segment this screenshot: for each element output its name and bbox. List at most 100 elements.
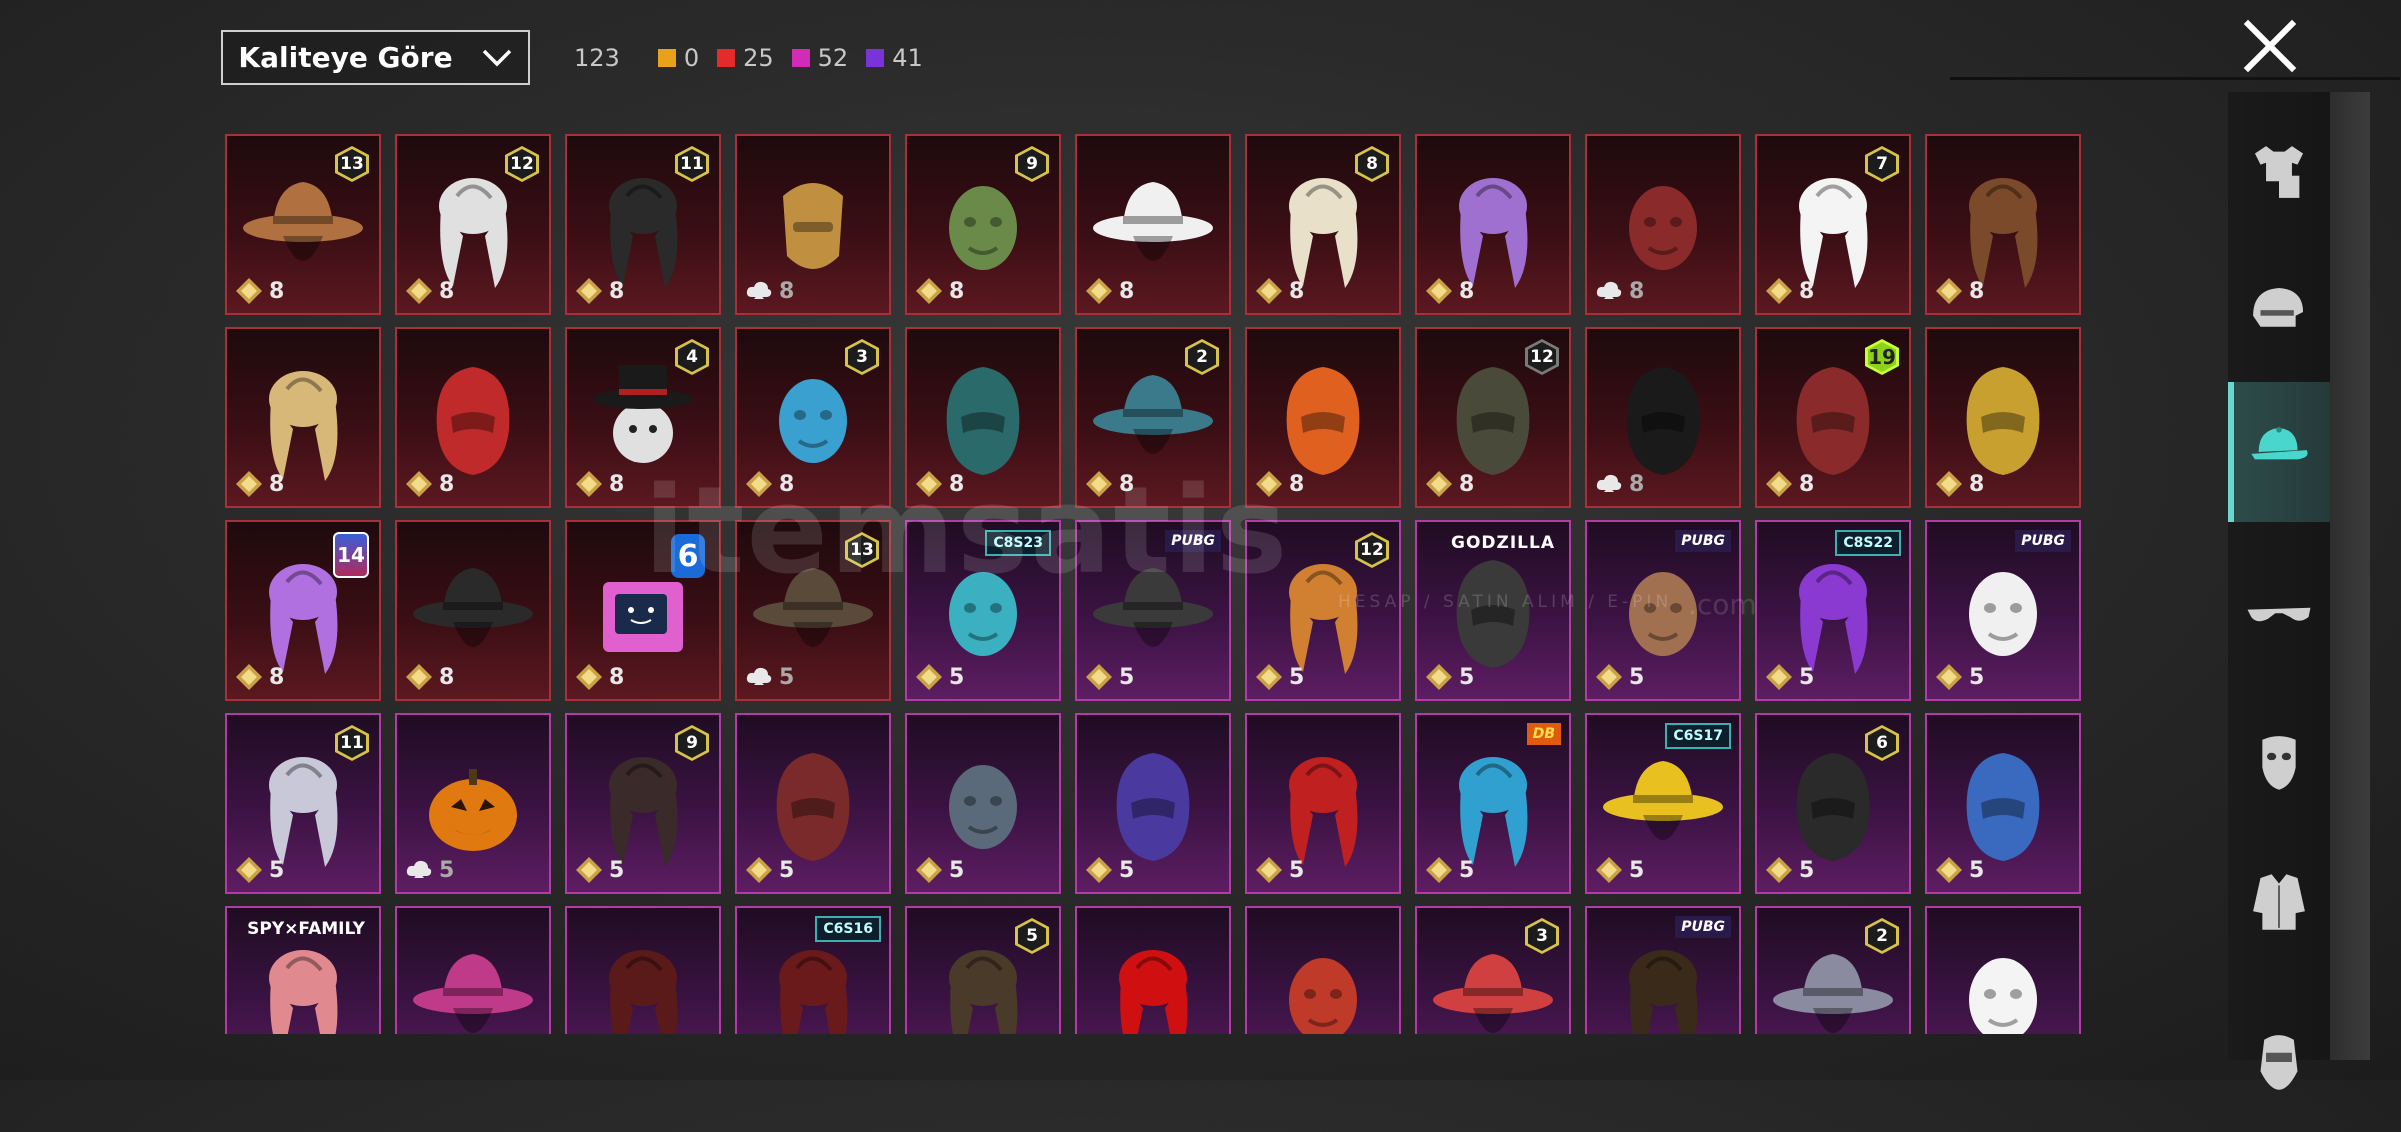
item-tile[interactable]: 13 8: [225, 134, 381, 315]
item-tile[interactable]: 13 5: [735, 520, 891, 701]
category-tab-outfit[interactable]: [2228, 102, 2330, 242]
item-tile[interactable]: 8: [1585, 327, 1741, 508]
item-price-value: 5: [1969, 664, 1985, 690]
item-tile[interactable]: [1075, 906, 1231, 1034]
item-tile[interactable]: 8: [1585, 134, 1741, 315]
level-value: 2: [1868, 921, 1896, 951]
item-tile[interactable]: 9 5: [565, 713, 721, 894]
item-tile[interactable]: 8: [1415, 134, 1571, 315]
sidebar-scrollbar[interactable]: [2330, 92, 2370, 1060]
item-price-value: 5: [1119, 857, 1135, 883]
item-tile[interactable]: [395, 906, 551, 1034]
item-tile[interactable]: 5: [395, 713, 551, 894]
item-tile[interactable]: 5: [905, 906, 1061, 1034]
item-price: 5: [1255, 856, 1304, 884]
category-tab-hat[interactable]: [2228, 382, 2330, 522]
item-tile[interactable]: 3: [1415, 906, 1571, 1034]
item-tile[interactable]: 3 8: [735, 327, 891, 508]
total-count: 123: [574, 44, 620, 72]
item-tile[interactable]: 12 5: [1245, 520, 1401, 701]
item-price: 5: [1765, 663, 1814, 691]
item-tile[interactable]: C8S22 5: [1755, 520, 1911, 701]
item-price-value: 8: [439, 471, 455, 497]
category-tab-jacket[interactable]: [2228, 832, 2330, 972]
tier-count-value: 41: [892, 44, 923, 72]
item-tile[interactable]: C6S16: [735, 906, 891, 1034]
item-tile[interactable]: 9 8: [905, 134, 1061, 315]
item-tile[interactable]: 8: [395, 327, 551, 508]
sort-dropdown[interactable]: Kaliteye Göre: [221, 30, 530, 85]
item-art: [1969, 958, 2037, 1034]
item-tile[interactable]: PUBG 5: [1075, 520, 1231, 701]
item-tile[interactable]: 14 8: [225, 520, 381, 701]
item-tile[interactable]: 5: [1075, 713, 1231, 894]
item-tile[interactable]: 8: [1925, 134, 2081, 315]
item-tile[interactable]: 8: [1245, 327, 1401, 508]
gold-currency-icon: [1426, 471, 1452, 497]
category-tab-helmet[interactable]: [2228, 242, 2330, 382]
item-tile[interactable]: 5: [905, 713, 1061, 894]
gold-currency-icon: [1936, 278, 1962, 304]
item-tile[interactable]: 2: [1755, 906, 1911, 1034]
level-value: 7: [1868, 149, 1896, 179]
item-price-value: 5: [779, 664, 795, 690]
item-tile[interactable]: 5: [1245, 713, 1401, 894]
item-tile[interactable]: 8: [1075, 134, 1231, 315]
level-value: 11: [338, 728, 366, 758]
gold-currency-icon: [406, 664, 432, 690]
item-price: 8: [575, 277, 624, 305]
item-price: 8: [745, 277, 794, 305]
item-price-value: 5: [439, 857, 455, 883]
item-tile[interactable]: 12 8: [1415, 327, 1571, 508]
item-tile[interactable]: [1925, 906, 2081, 1034]
item-tile[interactable]: 8: [395, 520, 551, 701]
item-tile[interactable]: PUBG 5: [1585, 520, 1741, 701]
item-tile[interactable]: SPY×FAMILY: [225, 906, 381, 1034]
item-tile[interactable]: 6 5: [1755, 713, 1911, 894]
item-tile[interactable]: C6S17 5: [1585, 713, 1741, 894]
item-price-value: 5: [1799, 664, 1815, 690]
gold-currency-icon: [1936, 664, 1962, 690]
season-badge: C6S16: [815, 916, 881, 942]
item-tile[interactable]: 7 8: [1755, 134, 1911, 315]
item-tile[interactable]: 2 8: [1075, 327, 1231, 508]
level-value: 9: [1018, 149, 1046, 179]
item-tile[interactable]: 5: [1925, 713, 2081, 894]
cloud-currency-icon: [746, 281, 772, 299]
item-tile[interactable]: 8 8: [1245, 134, 1401, 315]
item-tile[interactable]: [565, 906, 721, 1034]
gold-currency-icon: [916, 278, 942, 304]
item-tile[interactable]: 11 5: [225, 713, 381, 894]
tier-count-value: 25: [743, 44, 774, 72]
item-tile[interactable]: 12 8: [395, 134, 551, 315]
item-price: 5: [1425, 663, 1474, 691]
cloud-currency-icon: [1596, 474, 1622, 492]
item-tile[interactable]: [1245, 906, 1401, 1034]
item-counts: 123 0 25 52 41: [574, 44, 941, 72]
item-tile[interactable]: PUBG 5: [1925, 520, 2081, 701]
item-tile[interactable]: 8: [225, 327, 381, 508]
collab-logo: PUBG: [1165, 530, 1221, 552]
item-tile[interactable]: DB 5: [1415, 713, 1571, 894]
item-tile[interactable]: 8: [735, 134, 891, 315]
item-tile[interactable]: 8: [905, 327, 1061, 508]
level-value: 13: [338, 149, 366, 179]
item-price-value: 8: [609, 278, 625, 304]
item-tile[interactable]: 19 8: [1755, 327, 1911, 508]
item-tile[interactable]: GODZILLA 5: [1415, 520, 1571, 701]
category-tab-mask[interactable]: [2228, 692, 2330, 832]
item-price: 8: [1765, 277, 1814, 305]
close-button[interactable]: [2238, 14, 2302, 78]
item-price: 8: [405, 663, 454, 691]
item-tile[interactable]: 6 8: [565, 520, 721, 701]
item-tile[interactable]: 5: [735, 713, 891, 894]
item-tile[interactable]: 11 8: [565, 134, 721, 315]
category-tab-glasses[interactable]: [2228, 547, 2330, 687]
item-tile[interactable]: 4 8: [565, 327, 721, 508]
item-price-value: 5: [1969, 857, 1985, 883]
item-tile[interactable]: PUBG: [1585, 906, 1741, 1034]
category-tab-face[interactable]: [2228, 992, 2330, 1132]
item-tile[interactable]: 8: [1925, 327, 2081, 508]
item-price: 8: [1255, 277, 1304, 305]
item-tile[interactable]: C8S23 5: [905, 520, 1061, 701]
